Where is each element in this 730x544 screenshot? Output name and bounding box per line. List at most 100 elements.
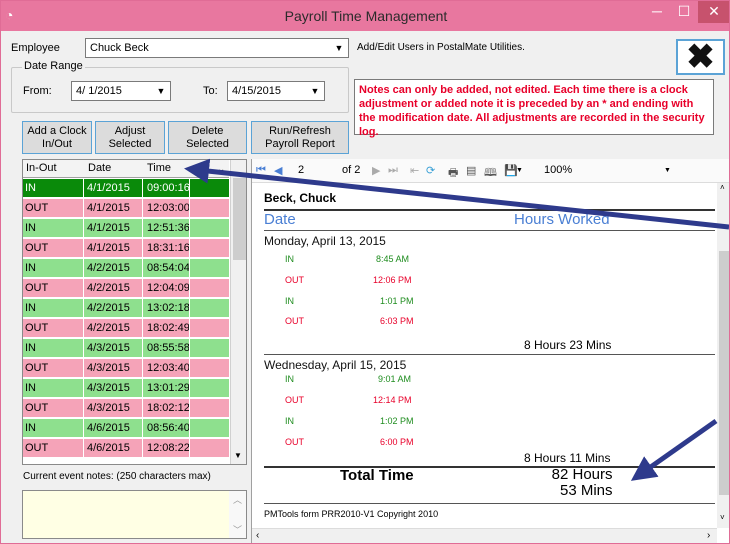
report-vertical-scrollbar[interactable]: ˄ ˅	[717, 183, 729, 528]
scroll-down-icon[interactable]: ﹀	[233, 523, 242, 536]
adjust-selected-button[interactable]: Adjust Selected	[95, 121, 165, 154]
table-cell: 13:02:18	[147, 302, 190, 314]
punch-time: 6:00 PM	[380, 437, 414, 447]
chevron-down-icon[interactable]: ▼	[308, 83, 322, 99]
table-cell: 4/3/2015	[87, 342, 130, 354]
page-number-input[interactable]: 2	[298, 164, 304, 176]
scroll-up-icon[interactable]: ︿	[233, 493, 242, 506]
table-cell: IN	[25, 382, 36, 394]
cell-divider	[189, 279, 190, 298]
grid-header: In-Out Date Time ...	[23, 160, 229, 178]
table-cell: OUT	[25, 362, 49, 374]
cell-divider	[83, 359, 84, 378]
cell-divider	[189, 399, 190, 418]
refresh-icon[interactable]: ⟳	[426, 164, 435, 177]
back-icon[interactable]: ⇤	[410, 164, 419, 177]
grid-scrollbar[interactable]: ▼	[230, 160, 246, 464]
table-cell: 4/2/2015	[87, 322, 130, 334]
from-date-picker[interactable]: 4/ 1/2015 ▼	[71, 81, 171, 101]
cell-divider	[142, 379, 143, 398]
cell-divider	[142, 179, 143, 198]
payroll-window: ◔ Payroll Time Management ─ ☐ ✕ Employee…	[0, 0, 730, 544]
report-horizontal-scrollbar[interactable]: ‹ ›	[252, 528, 717, 543]
table-cell: 4/3/2015	[87, 362, 130, 374]
table-row[interactable]: IN 4/2/2015 08:54:04	[23, 259, 229, 278]
table-row[interactable]: IN 4/1/2015 12:51:36	[23, 219, 229, 238]
print-layout-icon[interactable]: ▤	[466, 164, 476, 177]
table-cell: 18:31:16	[147, 242, 190, 254]
cell-divider	[189, 419, 190, 438]
scroll-down-icon[interactable]: ▼	[234, 451, 242, 460]
punch-time: 8:45 AM	[376, 254, 410, 264]
table-cell: 18:02:12	[147, 402, 190, 414]
table-row[interactable]: IN 4/2/2015 13:02:18	[23, 299, 229, 318]
table-row[interactable]: OUT 4/2/2015 18:02:49	[23, 319, 229, 338]
cell-divider	[189, 299, 190, 318]
cell-divider	[83, 439, 84, 458]
table-row[interactable]: IN 4/6/2015 08:56:40	[23, 419, 229, 438]
scroll-right-icon[interactable]: ›	[707, 530, 710, 541]
table-row[interactable]: OUT 4/3/2015 18:02:12	[23, 399, 229, 418]
cell-divider	[142, 219, 143, 238]
employee-select[interactable]: Chuck Beck ▼	[85, 38, 349, 58]
first-page-icon[interactable]: ⏮	[256, 164, 266, 177]
minimize-button[interactable]: ─	[643, 1, 671, 23]
cell-divider	[142, 439, 143, 458]
notes-textarea[interactable]: ︿ ﹀	[22, 490, 247, 539]
column-header-in-out[interactable]: In-Out	[26, 162, 57, 174]
clock-events-grid[interactable]: In-Out Date Time ... IN 4/1/2015 09:00:16 O…	[22, 159, 247, 465]
chevron-down-icon[interactable]: ▼	[154, 83, 168, 99]
close-window-button[interactable]: ✕	[698, 1, 729, 23]
scroll-down-icon[interactable]: ˅	[720, 513, 725, 522]
table-row[interactable]: IN 4/3/2015 08:55:58	[23, 339, 229, 358]
print-icon[interactable]: 🖶	[448, 164, 458, 183]
table-cell: OUT	[25, 322, 49, 334]
table-cell: 4/1/2015	[87, 202, 130, 214]
table-row[interactable]: OUT 4/2/2015 12:04:09	[23, 279, 229, 298]
table-cell: IN	[25, 302, 36, 314]
table-row[interactable]: IN 4/3/2015 13:01:29	[23, 379, 229, 398]
total-time-value: 82 Hours 53 Mins	[550, 467, 613, 499]
table-cell: 12:51:36	[147, 222, 190, 234]
total-mins: 53 Mins	[560, 482, 613, 499]
day-label: Monday, April 13, 2015	[264, 234, 386, 248]
table-row[interactable]: OUT 4/1/2015 12:03:00	[23, 199, 229, 218]
punch-type: OUT	[285, 316, 304, 326]
chevron-down-icon[interactable]: ▼	[516, 167, 523, 174]
column-header-extra[interactable]: ...	[215, 162, 224, 174]
cell-divider	[189, 379, 190, 398]
window-title: Payroll Time Management	[284, 8, 448, 24]
punch-time: 1:02 PM	[380, 416, 414, 426]
maximize-button[interactable]: ☐	[671, 1, 697, 23]
cell-divider	[83, 219, 84, 238]
scroll-up-icon[interactable]: ˄	[720, 183, 725, 192]
notes-scrollbar[interactable]: ︿ ﹀	[229, 491, 246, 538]
last-page-icon[interactable]: ⏭	[388, 164, 398, 177]
report-scroll-thumb[interactable]	[719, 251, 729, 495]
cell-divider	[142, 279, 143, 298]
day-subtotal: 8 Hours 23 Mins	[524, 338, 612, 352]
page-setup-icon[interactable]: 🕮	[484, 164, 497, 183]
cell-divider	[189, 219, 190, 238]
table-cell: 08:54:04	[147, 262, 190, 274]
delete-selected-button[interactable]: Delete Selected	[168, 121, 247, 154]
run-payroll-report-button[interactable]: Run/Refresh Payroll Report	[251, 121, 349, 154]
table-row[interactable]: OUT 4/3/2015 12:03:40	[23, 359, 229, 378]
scroll-left-icon[interactable]: ‹	[256, 530, 259, 541]
report-col-date: Date	[264, 211, 296, 228]
chevron-down-icon[interactable]: ▼	[664, 167, 671, 174]
add-clock-button[interactable]: Add a Clock In/Out	[22, 121, 92, 154]
next-page-icon[interactable]: ▶	[372, 164, 380, 177]
zoom-select[interactable]: 100%	[544, 164, 572, 176]
previous-page-icon[interactable]: ◀	[274, 164, 282, 177]
table-row[interactable]: OUT 4/6/2015 12:08:22	[23, 439, 229, 458]
to-date-picker[interactable]: 4/15/2015 ▼	[227, 81, 325, 101]
table-row[interactable]: IN 4/1/2015 09:00:16	[23, 179, 229, 198]
table-row[interactable]: OUT 4/1/2015 18:31:16	[23, 239, 229, 258]
page-count: of 2	[342, 164, 361, 176]
column-header-date[interactable]: Date	[88, 162, 111, 174]
chevron-down-icon[interactable]: ▼	[332, 40, 346, 56]
grid-scroll-thumb[interactable]	[233, 178, 246, 260]
exit-button[interactable]: ✖	[676, 39, 725, 75]
column-header-time[interactable]: Time	[147, 162, 171, 174]
